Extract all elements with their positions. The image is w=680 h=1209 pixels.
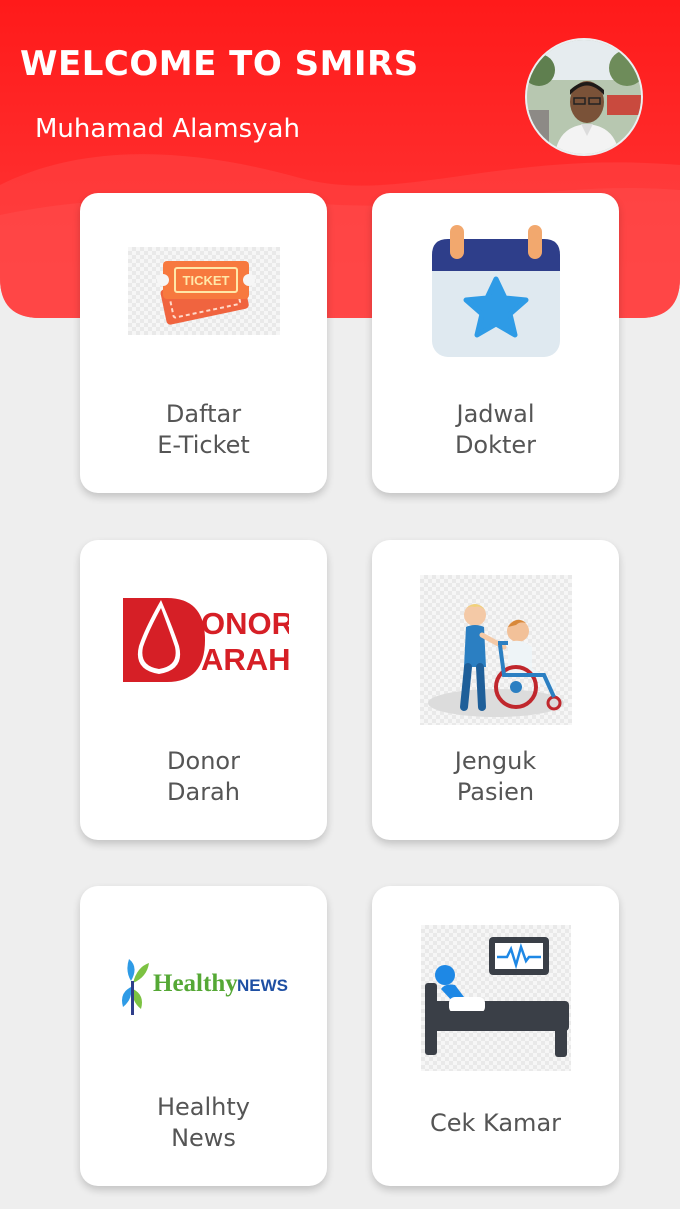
news-logo-word: NEWS xyxy=(237,976,288,995)
label-line: E-Ticket xyxy=(157,431,250,459)
donor-logo-text: ONOR xyxy=(201,606,289,641)
welcome-title: WELCOME TO SMIRS xyxy=(20,44,419,84)
menu-card-cek-kamar[interactable]: Cek Kamar xyxy=(372,886,619,1186)
menu-card-donor-darah[interactable]: ONOR ARAH Donor Darah xyxy=(80,540,327,840)
label-line: Pasien xyxy=(456,778,535,806)
darah-logo-text: ARAH xyxy=(201,642,289,677)
label-line: News xyxy=(171,1124,236,1152)
menu-card-jadwal-dokter[interactable]: Jadwal Dokter xyxy=(372,193,619,493)
user-avatar-photo xyxy=(527,40,641,154)
donor-darah-logo: ONOR ARAH xyxy=(122,598,289,682)
home-screen: WELCOME TO SMIRS Muhamad Alamsyah TICKET… xyxy=(0,0,680,1209)
profile-avatar[interactable] xyxy=(525,38,643,156)
menu-card-daftar-eticket[interactable]: TICKET Daftar E-Ticket xyxy=(80,193,327,493)
menu-card-jenguk-pasien[interactable]: Jenguk Pasien xyxy=(372,540,619,840)
menu-card-healthy-news[interactable]: Healthy NEWS Healhty News xyxy=(80,886,327,1186)
label-line: Donor xyxy=(167,747,240,775)
ticket-icon-text: TICKET xyxy=(182,273,229,288)
label-line: Jenguk xyxy=(454,747,537,775)
menu-label-jenguk-pasien: Jenguk Pasien xyxy=(372,746,619,808)
healthy-news-logo: Healthy NEWS xyxy=(121,959,288,1015)
label-line: Dokter xyxy=(454,431,537,459)
user-name: Muhamad Alamsyah xyxy=(35,114,300,144)
menu-label-daftar-eticket: Daftar E-Ticket xyxy=(80,399,327,461)
label-line: Cek Kamar xyxy=(429,1109,562,1137)
menu-label-donor-darah: Donor Darah xyxy=(80,746,327,808)
label-line: Daftar xyxy=(165,400,242,428)
label-line: Healhty xyxy=(156,1093,250,1121)
wheelchair-patient-icon xyxy=(419,575,572,725)
label-line: Darah xyxy=(167,778,240,806)
hospital-bed-monitor-icon xyxy=(420,925,571,1071)
label-line: Jadwal xyxy=(456,400,535,428)
menu-label-cek-kamar: Cek Kamar xyxy=(372,1108,619,1139)
ticket-icon: TICKET xyxy=(127,246,280,335)
calendar-star-icon xyxy=(431,225,560,357)
menu-label-jadwal-dokter: Jadwal Dokter xyxy=(372,399,619,461)
healthy-logo-word: Healthy xyxy=(153,970,238,997)
menu-label-healthy-news: Healhty News xyxy=(80,1092,327,1154)
